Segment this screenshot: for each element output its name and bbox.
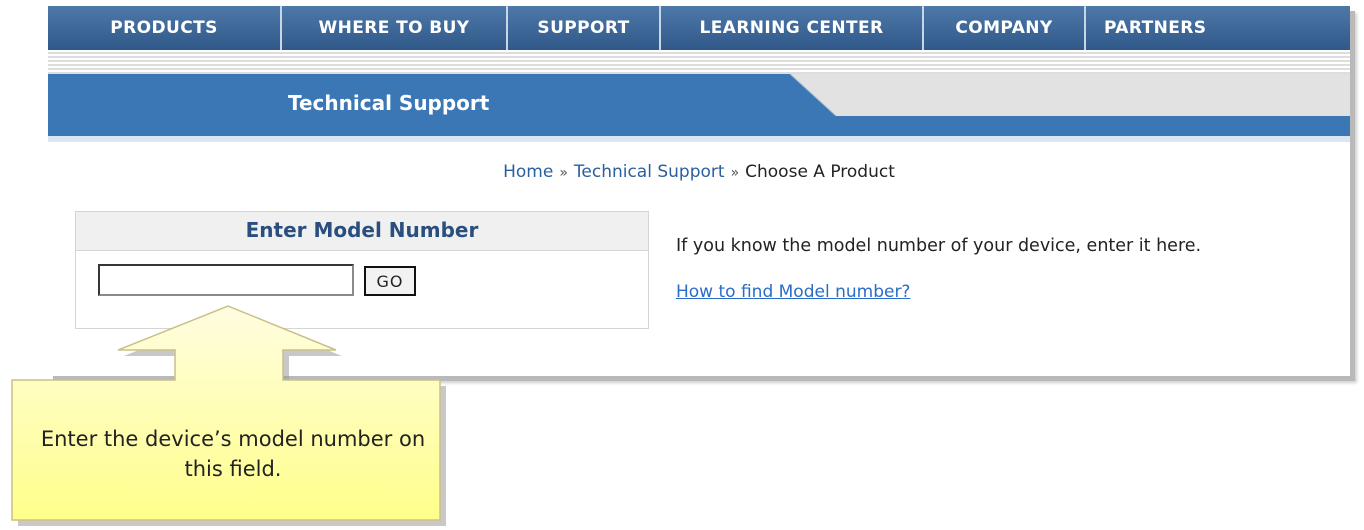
info-text: If you know the model number of your dev…	[676, 236, 1202, 256]
top-navigation: PRODUCTS WHERE TO BUY SUPPORT LEARNING C…	[48, 6, 1350, 50]
section-header: Technical Support	[48, 74, 1350, 142]
breadcrumb-technical-support[interactable]: Technical Support	[574, 162, 725, 182]
divider-stripe	[48, 50, 1350, 74]
callout-text: Enter the device’s model number on this …	[40, 427, 426, 481]
nav-products[interactable]: PRODUCTS	[48, 6, 282, 50]
section-title: Technical Support	[288, 91, 490, 115]
page-frame: PRODUCTS WHERE TO BUY SUPPORT LEARNING C…	[48, 6, 1350, 376]
nav-learning-center[interactable]: LEARNING CENTER	[661, 6, 924, 50]
nav-company[interactable]: COMPANY	[924, 6, 1086, 50]
find-model-number-link[interactable]: How to find Model number?	[676, 282, 910, 302]
breadcrumb: Home » Technical Support » Choose A Product	[54, 162, 1344, 182]
model-number-input[interactable]	[98, 264, 354, 296]
breadcrumb-home[interactable]: Home	[503, 162, 553, 182]
section-header-graphic	[48, 74, 1350, 142]
nav-support[interactable]: SUPPORT	[508, 6, 661, 50]
nav-where-to-buy[interactable]: WHERE TO BUY	[282, 6, 508, 50]
model-number-box: Enter Model Number GO	[75, 211, 649, 329]
breadcrumb-current: Choose A Product	[745, 162, 895, 182]
go-button[interactable]: GO	[364, 266, 416, 296]
breadcrumb-separator: »	[730, 165, 740, 181]
breadcrumb-separator: »	[559, 165, 568, 181]
nav-partners[interactable]: PARTNERS	[1086, 6, 1246, 50]
model-number-heading: Enter Model Number	[76, 212, 648, 251]
main-content: Home» Technical Support» Choose A Product …	[54, 142, 1344, 371]
